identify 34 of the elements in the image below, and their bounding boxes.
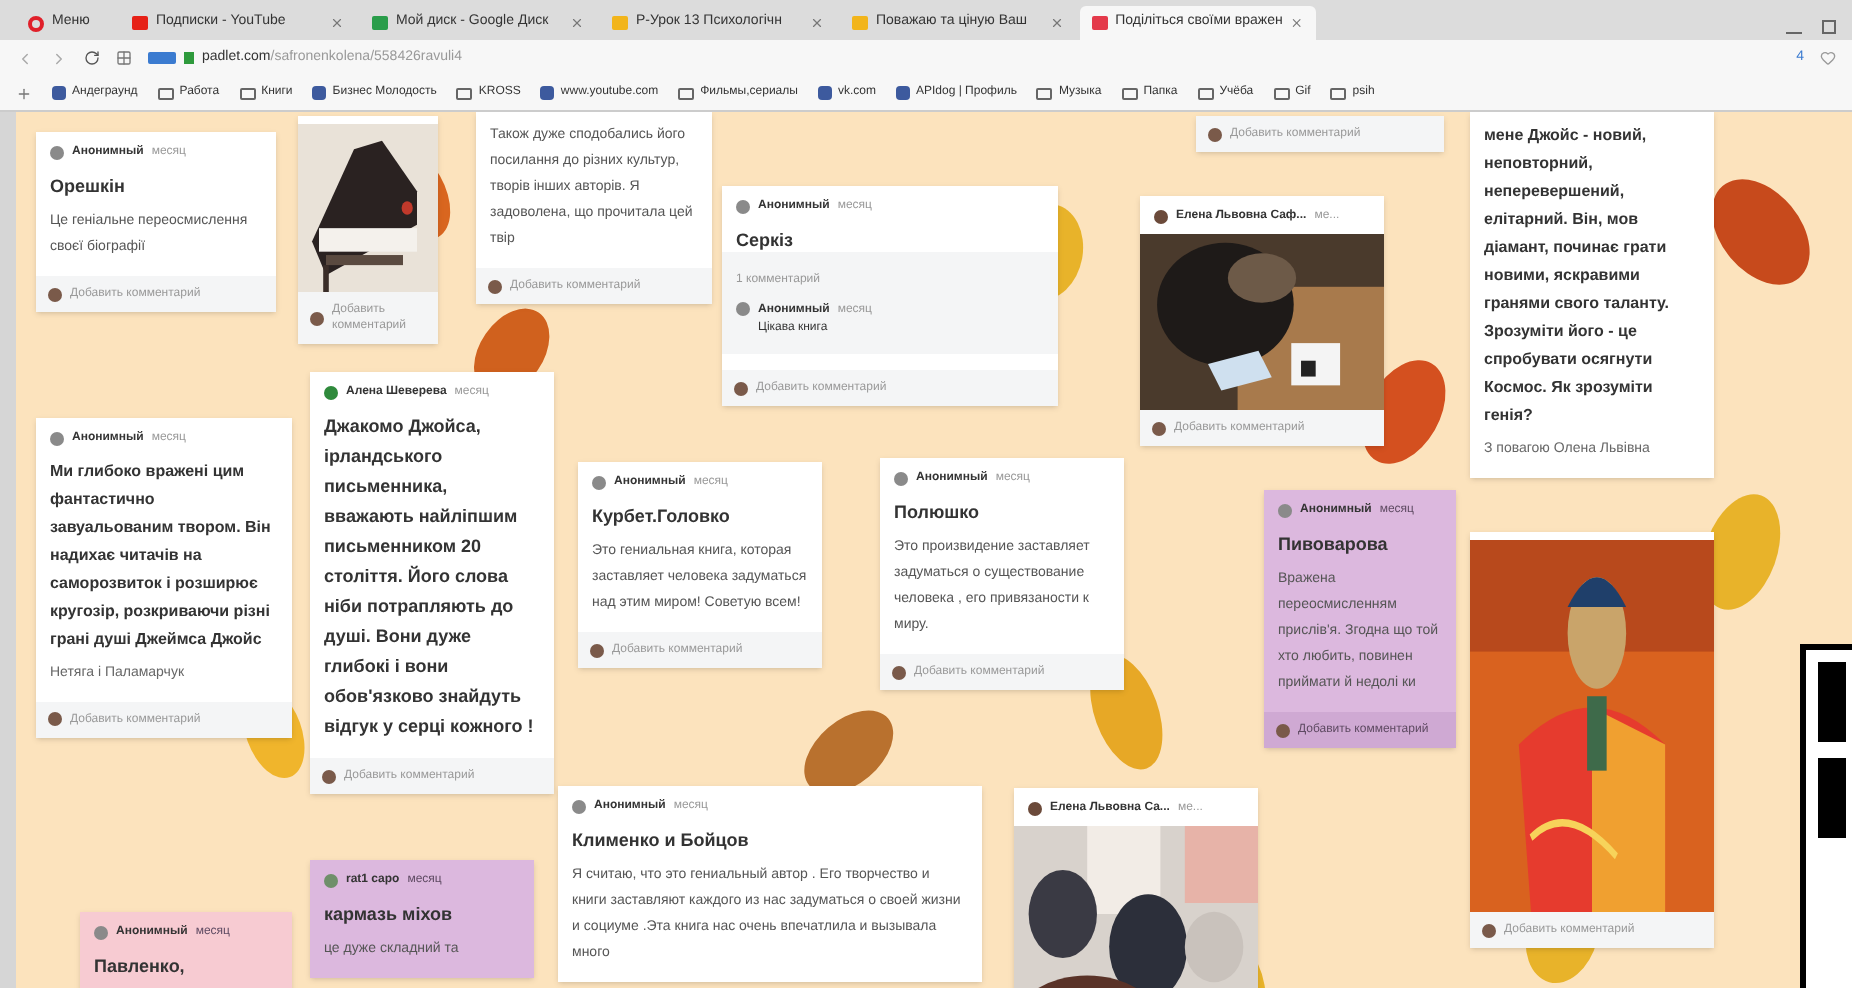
favicon-icon <box>132 16 148 30</box>
lock-icon <box>184 52 194 64</box>
folder-icon <box>1197 87 1214 99</box>
folder-icon <box>157 87 174 99</box>
forward-icon[interactable] <box>50 49 68 67</box>
close-icon[interactable] <box>330 16 344 30</box>
folder-icon <box>456 87 473 99</box>
site-icon <box>312 86 327 100</box>
folder-icon <box>678 87 695 99</box>
close-icon[interactable] <box>570 16 584 30</box>
close-icon[interactable] <box>810 16 824 30</box>
folder-icon <box>1036 87 1053 99</box>
favicon-icon <box>612 16 628 30</box>
site-icon <box>817 86 832 100</box>
add-icon[interactable] <box>16 85 32 101</box>
folder-icon <box>1121 87 1138 99</box>
site-icon <box>895 86 910 100</box>
close-icon[interactable] <box>1050 16 1064 30</box>
reload-icon[interactable] <box>84 50 100 66</box>
back-icon[interactable] <box>16 49 34 67</box>
folder-icon <box>1273 87 1290 99</box>
browser-logo-icon <box>28 15 44 31</box>
heart-icon[interactable] <box>1820 50 1836 66</box>
https-icon <box>148 52 176 64</box>
favicon-icon <box>852 16 868 30</box>
close-icon[interactable] <box>1290 16 1304 30</box>
site-icon <box>52 86 66 100</box>
site-icon <box>540 86 555 100</box>
grid-icon[interactable] <box>116 50 132 66</box>
maximize-icon[interactable] <box>1822 20 1836 34</box>
favicon-icon <box>1092 16 1108 30</box>
folder-icon <box>1330 87 1347 99</box>
favicon-icon <box>372 16 388 30</box>
folder-icon <box>239 87 256 99</box>
